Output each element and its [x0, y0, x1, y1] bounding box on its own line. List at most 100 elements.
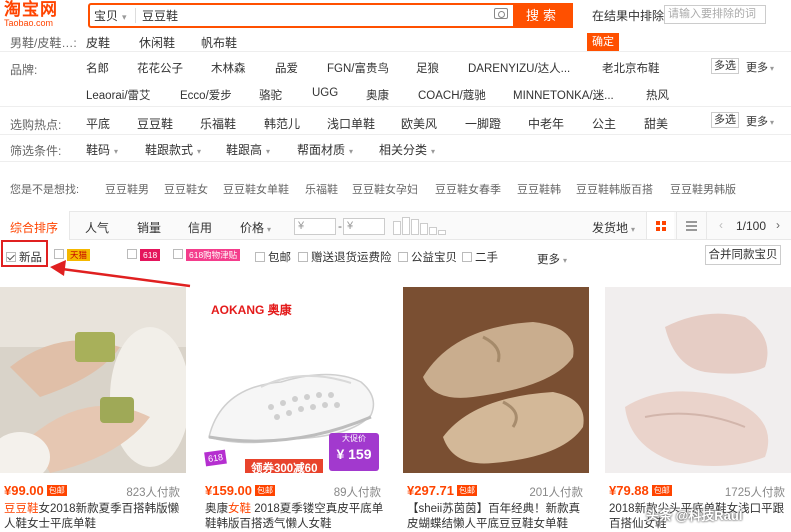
multi-select-button[interactable]: 多选 — [711, 112, 739, 128]
brand-option[interactable]: DARENYIZU/达人... — [468, 60, 570, 76]
search-box: 宝贝 ▾ 豆豆鞋 — [88, 3, 573, 28]
list-view-button[interactable] — [676, 212, 704, 239]
exclude-label: 在结果中排除 — [592, 9, 665, 23]
suggest-link[interactable]: 豆豆鞋女孕妇 — [352, 181, 418, 197]
search-input[interactable]: 豆豆鞋 — [142, 7, 178, 24]
suggest-link[interactable]: 豆豆鞋男 — [105, 181, 149, 197]
product-card[interactable]: AOKANG 奥康 618 领券300减60 大促价 ¥ 159 ¥159.00… — [201, 287, 387, 532]
filter-return-insurance[interactable]: 赠送退货运费险 — [298, 249, 392, 265]
filter-dropdown[interactable]: 相关分类 ▾ — [379, 141, 435, 158]
more-link[interactable]: 更多 ▾ — [746, 113, 774, 129]
suggest-link[interactable]: 豆豆鞋韩 — [517, 181, 561, 197]
price-min-input[interactable]: ¥ — [294, 218, 336, 235]
price-histogram[interactable] — [393, 217, 450, 235]
hot-option[interactable]: 甜美 — [644, 115, 668, 132]
sort-sales[interactable]: 销量 — [137, 219, 161, 236]
product-image[interactable] — [0, 287, 186, 473]
confirm-button[interactable]: 确定 — [587, 33, 619, 51]
filter-dropdown[interactable]: 鞋跟款式 ▾ — [145, 141, 201, 158]
hot-option[interactable]: 公主 — [592, 115, 616, 132]
chevron-left-icon[interactable]: ‹ — [719, 218, 723, 232]
suggest-link[interactable]: 豆豆鞋韩版百搭 — [576, 181, 653, 197]
sort-price[interactable]: 价格 ▾ — [240, 219, 271, 236]
filter-free-ship[interactable]: 包邮 — [255, 249, 291, 265]
hot-option[interactable]: 欧美风 — [401, 115, 437, 132]
hot-option[interactable]: 中老年 — [528, 115, 564, 132]
sort-credit[interactable]: 信用 — [188, 219, 212, 236]
more-link[interactable]: 更多 ▾ — [746, 59, 774, 75]
product-title[interactable]: 【sheii苏茵茵】百年经典！新款真皮蝴蝶结懒人平底豆豆鞋女单鞋 — [407, 502, 587, 532]
product-title[interactable]: 豆豆鞋女2018新款夏季百搭韩版懒人鞋女士平底单鞋 — [4, 502, 184, 532]
suggest-link[interactable]: 豆豆鞋男韩版 — [670, 181, 736, 197]
sort-popularity[interactable]: 人气 — [85, 219, 109, 236]
brand-option[interactable]: 花花公子 — [137, 60, 183, 76]
filter-dropdown[interactable]: 鞋跟高 ▾ — [226, 141, 270, 158]
brand-option[interactable]: 老北京布鞋 — [602, 60, 660, 76]
chevron-down-icon: ▾ — [122, 12, 127, 22]
filter-secondhand[interactable]: 二手 — [462, 249, 498, 265]
search-category-select[interactable]: 宝贝 ▾ — [94, 7, 127, 24]
category-option[interactable]: 休闲鞋 — [139, 34, 175, 51]
chevron-right-icon[interactable]: › — [776, 218, 780, 232]
merge-same-items-button[interactable]: 合并同款宝贝 — [705, 245, 781, 265]
brand-option[interactable]: 名郎 — [86, 60, 109, 76]
category-row-label: 男鞋/皮鞋…: — [10, 36, 77, 50]
product-photo-pink-flats — [605, 287, 791, 473]
suggest-link[interactable]: 乐福鞋 — [305, 181, 338, 197]
category-option[interactable]: 帆布鞋 — [201, 34, 237, 51]
suggest-link[interactable]: 豆豆鞋女春季 — [435, 181, 501, 197]
checkbox-icon[interactable] — [398, 252, 408, 262]
chevron-down-icon: ▾ — [631, 225, 636, 234]
hot-option[interactable]: 平底 — [86, 115, 110, 132]
product-sales: 89人付款 — [333, 487, 381, 499]
product-title[interactable]: 奥康女鞋 2018夏季镂空真皮平底单鞋韩版百搭透气懒人女鞋 — [205, 502, 385, 532]
hot-option[interactable]: 乐福鞋 — [200, 115, 236, 132]
search-button[interactable]: 搜索 — [513, 3, 573, 28]
product-card[interactable]: ¥99.00 包邮 823人付款 豆豆鞋女2018新款夏季百搭韩版懒人鞋女士平底单… — [0, 287, 186, 532]
category-option[interactable]: 皮鞋 — [86, 34, 110, 51]
chevron-down-icon: ▾ — [431, 147, 436, 156]
hot-option[interactable]: 一脚蹬 — [465, 115, 501, 132]
hot-option[interactable]: 豆豆鞋 — [137, 115, 173, 132]
brand-option[interactable]: 热风 — [646, 87, 669, 103]
ship-from-dropdown[interactable]: 发货地 ▾ — [592, 219, 635, 236]
hot-option[interactable]: 浅口单鞋 — [327, 115, 375, 132]
checkbox-icon[interactable] — [298, 252, 308, 262]
brand-option[interactable]: 骆驼 — [259, 87, 282, 103]
filter-more[interactable]: 更多 ▾ — [537, 251, 567, 267]
brand-option[interactable]: 品爱 — [275, 60, 298, 76]
suggest-link[interactable]: 豆豆鞋女 — [164, 181, 208, 197]
filter-charity[interactable]: 公益宝贝 — [398, 249, 457, 265]
logo-text-en: Taobao.com — [4, 18, 54, 28]
price-max-input[interactable]: ¥ — [343, 218, 385, 235]
product-image[interactable] — [605, 287, 791, 473]
taobao-logo[interactable]: 淘宝网 Taobao.com — [4, 1, 66, 29]
multi-select-button[interactable]: 多选 — [711, 58, 739, 74]
brand-option[interactable]: Ecco/爱步 — [180, 87, 232, 103]
sort-default[interactable]: 综合排序 — [10, 219, 58, 236]
brand-option[interactable]: 奥康 — [366, 87, 389, 103]
product-card[interactable]: ¥297.71 包邮 201人付款 【sheii苏茵茵】百年经典！新款真皮蝴蝶结懒… — [403, 287, 589, 532]
checkbox-icon[interactable] — [462, 252, 472, 262]
grid-view-button[interactable] — [646, 212, 674, 239]
brand-option[interactable]: COACH/蔻驰 — [418, 87, 486, 103]
filter-dropdown[interactable]: 鞋码 ▾ — [86, 141, 118, 158]
brand-option[interactable]: UGG — [312, 87, 338, 99]
brand-option[interactable]: FGN/富贵鸟 — [327, 60, 389, 76]
exclude-input[interactable]: 请输入要排除的词 — [664, 5, 766, 24]
brand-option[interactable]: Leaorai/雷艾 — [86, 87, 151, 103]
brand-option[interactable]: 足狼 — [416, 60, 439, 76]
filter-dropdown[interactable]: 帮面材质 ▾ — [297, 141, 353, 158]
camera-icon[interactable] — [494, 8, 508, 19]
product-card[interactable]: ¥79.88 包邮 1725人付款 2018新款尖头平底单鞋女浅口平跟百搭仙女鞋 — [605, 287, 791, 532]
brand-option[interactable]: 木林森 — [211, 60, 246, 76]
hot-option[interactable]: 韩范儿 — [264, 115, 300, 132]
product-image[interactable] — [403, 287, 589, 473]
logo-text-cn: 淘宝网 — [4, 0, 58, 19]
chevron-down-icon: ▾ — [349, 147, 354, 156]
suggest-link[interactable]: 豆豆鞋女单鞋 — [223, 181, 289, 197]
checkbox-icon[interactable] — [255, 252, 265, 262]
brand-option[interactable]: MINNETONKA/迷... — [513, 87, 614, 103]
chevron-down-icon: ▾ — [197, 147, 202, 156]
product-image[interactable]: AOKANG 奥康 618 领券300减60 大促价 ¥ 159 — [201, 287, 387, 473]
